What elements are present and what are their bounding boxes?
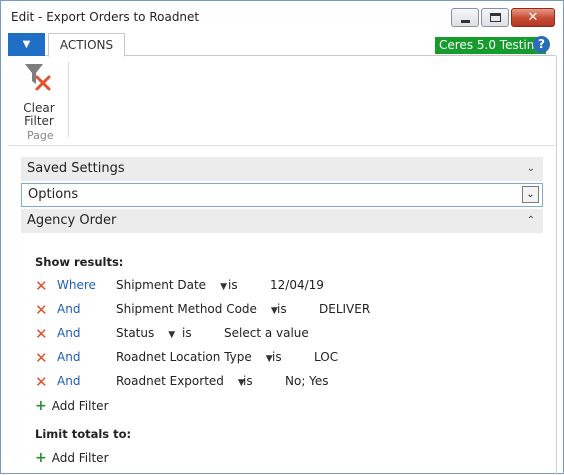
chevron-up-icon: ⌃ xyxy=(526,215,535,226)
filter-field-name: Status xyxy=(116,326,155,340)
close-button[interactable]: ✕ xyxy=(511,8,555,27)
minimize-icon xyxy=(461,20,470,23)
delete-filter-icon[interactable]: ✕ xyxy=(35,350,48,366)
filter-value[interactable]: LOC xyxy=(314,350,338,364)
filter-field-select[interactable]: Roadnet Location Type ▼ xyxy=(116,350,273,364)
filter-field-select[interactable]: Roadnet Exported ▼ xyxy=(116,374,245,388)
funnel-clear-icon xyxy=(25,64,51,91)
dialog-window: Edit - Export Orders to Roadnet ✕ ▼ ACTI… xyxy=(0,0,564,475)
ribbon-tab-row: ▼ ACTIONS Ceres 5.0 Testing ? xyxy=(8,33,556,57)
section-saved-settings[interactable]: Saved Settings ⌄ xyxy=(21,157,543,181)
filter-field-name: Shipment Method Code xyxy=(116,302,257,316)
section-agency-order-label: Agency Order xyxy=(27,213,117,228)
show-results-heading: Show results: xyxy=(35,255,124,269)
filter-field-select[interactable]: Shipment Date ▼ xyxy=(116,278,227,292)
ribbon: Clear Filter Page xyxy=(8,56,556,146)
filter-operator: is xyxy=(243,374,253,388)
window-title: Edit - Export Orders to Roadnet xyxy=(11,10,200,24)
help-icon[interactable]: ? xyxy=(533,36,550,53)
filter-row: ✕ And Status ▼ is Select a value xyxy=(35,326,535,344)
filter-conjunction[interactable]: Where xyxy=(57,278,96,292)
delete-filter-icon[interactable]: ✕ xyxy=(35,374,48,390)
filter-field-name: Roadnet Exported xyxy=(116,374,224,388)
clear-filter-label-line1: Clear xyxy=(23,101,55,115)
maximize-icon xyxy=(490,13,501,22)
filter-value[interactable]: 12/04/19 xyxy=(270,278,324,292)
add-filter-label: Add Filter xyxy=(51,399,109,413)
tab-actions[interactable]: ACTIONS xyxy=(48,33,125,57)
filter-operator: is xyxy=(272,350,282,364)
dropdown-triangle-icon: ▼ xyxy=(168,330,176,340)
delete-filter-icon[interactable]: ✕ xyxy=(35,326,48,342)
clear-filter-button[interactable]: Clear Filter xyxy=(19,62,59,128)
filter-conjunction[interactable]: And xyxy=(57,374,80,388)
close-icon: ✕ xyxy=(527,10,539,25)
dropdown-triangle-icon: ▼ xyxy=(220,282,227,292)
filter-value[interactable]: No; Yes xyxy=(285,374,329,388)
filter-row: ✕ And Roadnet Location Type ▼ is LOC xyxy=(35,350,535,368)
filter-field-name: Roadnet Location Type xyxy=(116,350,252,364)
chevron-down-icon[interactable]: ⌄ xyxy=(522,186,539,203)
maximize-button[interactable] xyxy=(481,8,509,27)
filter-field-select[interactable]: Shipment Method Code ▼ xyxy=(116,302,278,316)
filter-field-name: Shipment Date xyxy=(116,278,207,292)
add-filter-button[interactable]: + Add Filter xyxy=(35,398,109,416)
dropdown-triangle-icon: ▼ xyxy=(22,39,31,50)
filter-operator: is xyxy=(277,302,287,316)
section-options-label: Options xyxy=(28,187,79,202)
filter-value[interactable]: Select a value xyxy=(224,326,309,340)
filter-row: ✕ And Shipment Method Code ▼ is DELIVER xyxy=(35,302,535,320)
filter-conjunction[interactable]: And xyxy=(57,302,80,316)
app-menu-button[interactable]: ▼ xyxy=(8,33,45,56)
window-controls: ✕ xyxy=(449,8,555,28)
filter-operator: is xyxy=(182,326,192,340)
add-filter-button[interactable]: + Add Filter xyxy=(35,450,109,468)
clear-filter-label-line2: Filter xyxy=(24,114,54,128)
ribbon-group-label: Page xyxy=(27,129,54,142)
content-right-divider xyxy=(556,56,557,475)
environment-badge: Ceres 5.0 Testing xyxy=(435,37,546,54)
filter-operator: is xyxy=(228,278,238,292)
minimize-button[interactable] xyxy=(451,8,479,27)
delete-filter-icon[interactable]: ✕ xyxy=(35,302,48,318)
filter-row: ✕ Where Shipment Date ▼ is 12/04/19 xyxy=(35,278,535,296)
green-plus-icon: + xyxy=(35,398,47,414)
title-bar: Edit - Export Orders to Roadnet ✕ xyxy=(1,1,563,33)
filter-value[interactable]: DELIVER xyxy=(319,302,370,316)
delete-filter-icon[interactable]: ✕ xyxy=(35,278,48,294)
section-saved-settings-label: Saved Settings xyxy=(27,161,125,176)
green-plus-icon: + xyxy=(35,450,47,466)
ribbon-group-divider xyxy=(68,62,69,137)
filter-row: ✕ And Roadnet Exported ▼ is No; Yes xyxy=(35,374,535,392)
filter-conjunction[interactable]: And xyxy=(57,350,80,364)
clear-filter-label: Clear Filter xyxy=(15,102,63,128)
filter-field-select[interactable]: Status ▼ xyxy=(116,326,175,340)
add-filter-label: Add Filter xyxy=(51,451,109,465)
section-options[interactable]: Options ⌄ xyxy=(21,183,543,207)
limit-totals-heading: Limit totals to: xyxy=(35,427,132,441)
section-agency-order[interactable]: Agency Order ⌃ xyxy=(21,209,543,233)
chevron-down-icon: ⌄ xyxy=(526,163,535,174)
filter-conjunction[interactable]: And xyxy=(57,326,80,340)
